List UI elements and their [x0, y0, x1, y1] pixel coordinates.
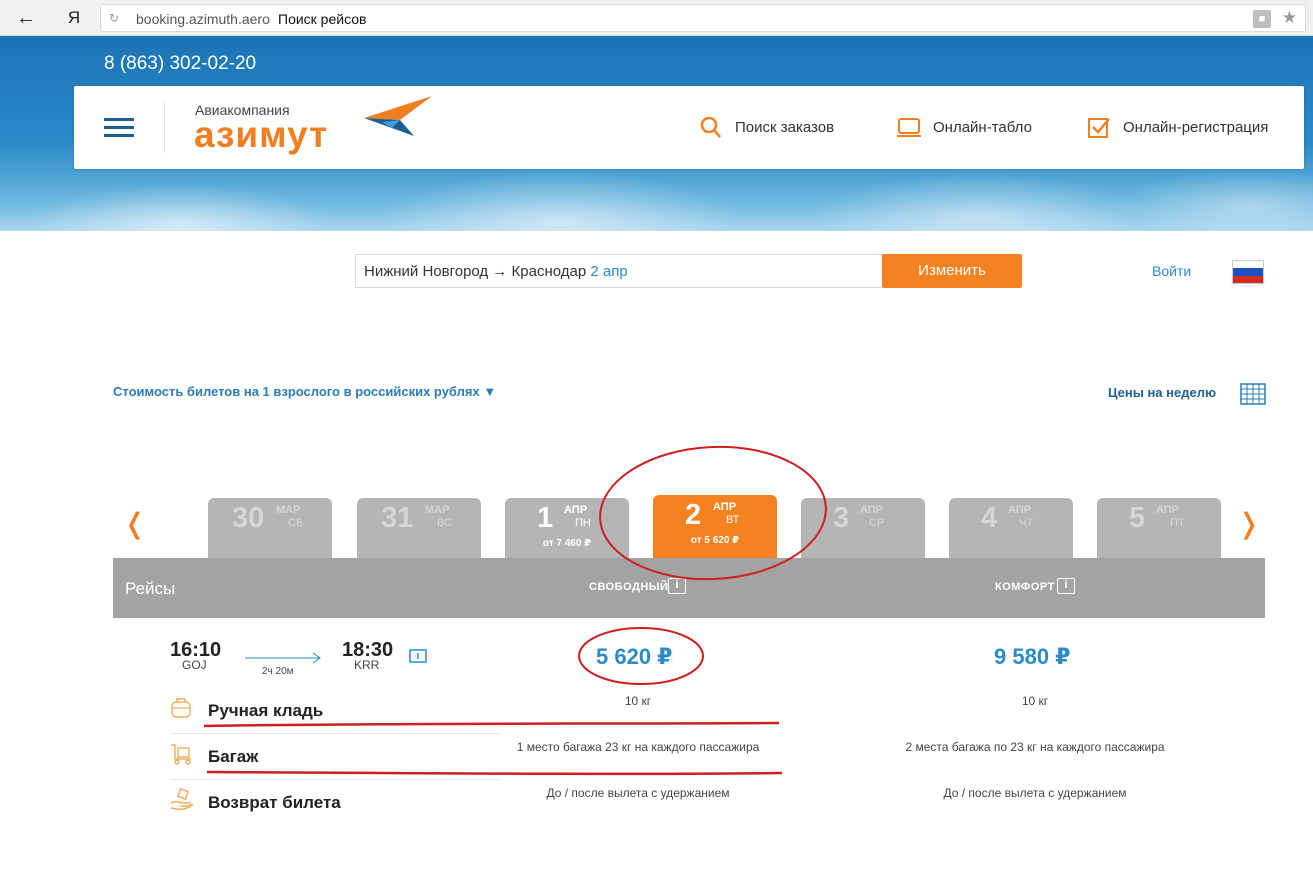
address-bar[interactable]: ↻ booking.azimuth.aero Поиск рейсов ■ ★: [100, 4, 1306, 32]
flight-duration: 2ч 20м: [262, 666, 294, 677]
date-day: 2: [685, 499, 702, 531]
divider: [170, 779, 500, 780]
phone-number[interactable]: 8 (863) 302-02-20: [104, 53, 256, 75]
fare-comfort-label: КОМФОРТ: [995, 581, 1055, 593]
calendar-grid-icon[interactable]: [1240, 383, 1266, 405]
date-weekday: ПН: [575, 517, 591, 529]
currency-selector[interactable]: Стоимость билетов на 1 взрослого в росси…: [113, 384, 496, 399]
route-search-field[interactable]: Нижний Новгород → Краснодар 2 апр: [355, 254, 885, 288]
fares-table-header: Рейсы СВОБОДНЫЙ i КОМФОРТ i: [113, 558, 1265, 618]
logo-wordmark: азимут: [194, 114, 329, 155]
nav-label: Онлайн-табло: [933, 119, 1032, 136]
fare-comfort-price[interactable]: 9 580 ₽: [994, 644, 1070, 670]
comfort-handluggage-value: 10 кг: [1021, 694, 1049, 708]
date-month: АПР: [564, 504, 588, 516]
divider: [170, 733, 500, 734]
date-weekday: ВС: [437, 517, 452, 529]
feature-label: Возврат билета: [208, 793, 341, 812]
date-weekday: ВТ: [726, 514, 740, 526]
date-tab[interactable]: 31 МАР ВС: [357, 498, 481, 558]
flights-column-label: Рейсы: [125, 579, 176, 598]
search-icon: [700, 116, 721, 138]
date-tab[interactable]: 30 МАР СБ: [208, 498, 332, 558]
url-domain: booking.azimuth.aero: [136, 11, 270, 27]
divider: [164, 102, 165, 153]
nav-label: Онлайн-регистрация: [1123, 119, 1269, 136]
free-refund-value: До / после вылета с удержанием: [546, 786, 730, 800]
logo[interactable]: Авиакомпания азимут: [194, 92, 434, 162]
russian-flag-icon[interactable]: [1232, 260, 1264, 284]
feature-label: Багаж: [208, 747, 259, 766]
date-day: 5: [1129, 502, 1146, 534]
bag-icon: [171, 698, 191, 718]
date-month: АПР: [713, 501, 737, 513]
page-title: Поиск рейсов: [278, 11, 367, 27]
comfort-baggage-value: 2 места багажа по 23 кг на каждого пасса…: [905, 740, 1165, 754]
date-month: АПР: [1156, 504, 1180, 516]
login-link[interactable]: Войти: [1152, 263, 1191, 279]
fare-free-price[interactable]: 5 620 ₽: [596, 644, 672, 670]
luggage-cart-icon: [171, 744, 191, 765]
checkbox-icon: [1088, 118, 1110, 138]
free-baggage-value: 1 место багажа 23 кг на каждого пассажир…: [516, 740, 760, 754]
fare-free-info-icon[interactable]: i: [668, 578, 686, 594]
date-weekday: ЧТ: [1019, 517, 1034, 529]
date-tab[interactable]: 5 АПР ПТ: [1097, 498, 1221, 558]
feature-label: Ручная кладь: [208, 701, 324, 720]
menu-icon[interactable]: [104, 118, 134, 138]
nav-label: Поиск заказов: [735, 119, 835, 136]
back-arrow-icon[interactable]: ←: [14, 6, 38, 30]
date-day: 30: [232, 502, 265, 534]
site-header: Авиакомпания азимут Поиск заказов Онлайн…: [74, 86, 1304, 169]
browser-toolbar: ← Я ↻ booking.azimuth.aero Поиск рейсов …: [0, 0, 1313, 36]
date-day: 3: [833, 502, 850, 534]
date-weekday: СР: [869, 517, 885, 529]
reload-icon[interactable]: ↻: [109, 11, 119, 25]
fare-comfort-info-icon[interactable]: i: [1057, 578, 1075, 594]
date-day: 31: [381, 502, 414, 534]
date-weekday: СБ: [288, 517, 304, 529]
arrival-airport-code: KRR: [354, 658, 380, 672]
date-tab-selected[interactable]: 2 АПР ВТ от 5 620 ₽: [653, 495, 777, 558]
prev-dates-arrow-icon[interactable]: ❬: [123, 507, 146, 540]
date-month: МАР: [276, 504, 301, 516]
refund-hand-icon: [170, 787, 194, 810]
comfort-refund-value: До / после вылета с удержанием: [943, 786, 1127, 800]
date-tab[interactable]: 3 АПР СР: [801, 498, 925, 558]
logo-plane-icon: [364, 96, 432, 136]
search-route-text: Нижний Новгород → Краснодар 2 апр: [364, 263, 628, 280]
flight-arrow-icon: [245, 652, 321, 664]
yandex-button[interactable]: Я: [64, 6, 84, 30]
change-search-button[interactable]: Изменить: [882, 254, 1022, 288]
hero-banner: 8 (863) 302-02-20 Авиакомпания азимут По…: [0, 36, 1313, 231]
fare-free-label: СВОБОДНЫЙ: [589, 581, 669, 593]
departure-airport-code: GOJ: [182, 658, 207, 672]
date-month: АПР: [1008, 504, 1032, 516]
date-weekday: ПТ: [1170, 517, 1185, 529]
week-prices-link[interactable]: Цены на неделю: [1108, 385, 1216, 400]
star-icon[interactable]: ★: [1282, 8, 1297, 28]
date-day: 1: [537, 502, 554, 534]
date-day: 4: [981, 502, 998, 534]
next-dates-arrow-icon[interactable]: ❭: [1237, 507, 1260, 540]
date-month: МАР: [425, 504, 450, 516]
free-handluggage-value: 10 кг: [624, 694, 652, 708]
date-tab[interactable]: 1 АПР ПН от 7 460 ₽: [505, 498, 629, 558]
date-min-price: от 5 620 ₽: [690, 535, 740, 546]
flight-details-icon[interactable]: [409, 649, 427, 665]
monitor-icon: [897, 118, 921, 137]
date-tab[interactable]: 4 АПР ЧТ: [949, 498, 1073, 558]
date-month: АПР: [860, 504, 884, 516]
lock-icon[interactable]: ■: [1253, 10, 1271, 28]
date-min-price: от 7 460 ₽: [542, 538, 592, 549]
